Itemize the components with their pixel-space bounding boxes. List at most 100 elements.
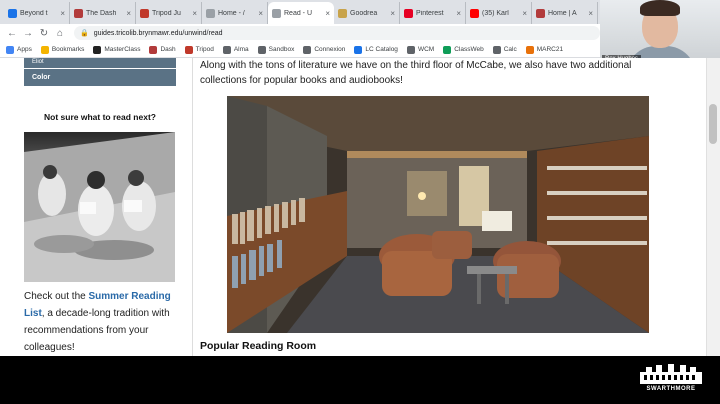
reading-room-photo xyxy=(227,96,649,333)
bookmark-icon xyxy=(303,45,312,54)
browser-tab[interactable]: Read - U × xyxy=(268,2,334,24)
presenter-hair xyxy=(640,0,680,16)
tab-label: Goodrea xyxy=(350,9,378,17)
browser-tab[interactable]: Beyond t × xyxy=(4,2,70,24)
tab-favicon-icon xyxy=(338,8,347,18)
bookmark-item[interactable]: Apps xyxy=(6,45,32,54)
tab-label: Beyond t xyxy=(20,9,48,17)
bookmark-label: WCM xyxy=(417,46,435,53)
tab-favicon-icon xyxy=(8,8,17,18)
bookmark-icon xyxy=(443,45,452,54)
sidebar-promo-text: Check out the Summer Reading List, a dec… xyxy=(24,291,171,353)
browser-tab[interactable]: (35) Karl × xyxy=(466,2,532,24)
sidebar-heading: Not sure what to read next? xyxy=(44,112,156,122)
web-page: Eliot Color Not sure what to read next? xyxy=(0,58,720,356)
tab-label: Home | A xyxy=(548,9,577,17)
bookmark-item[interactable]: Alma xyxy=(222,45,249,54)
close-tab-icon[interactable]: × xyxy=(325,9,330,18)
close-tab-icon[interactable]: × xyxy=(456,9,461,18)
bookmark-icon xyxy=(354,45,363,54)
logo-text: SWARTHMORE xyxy=(646,386,696,392)
bookmark-icon xyxy=(406,45,415,54)
tab-label: Read - U xyxy=(284,9,313,17)
bookmark-item[interactable]: MasterClass xyxy=(93,45,141,54)
bookmark-label: Apps xyxy=(17,46,32,53)
bookmark-icon xyxy=(6,45,14,54)
forward-arrow-icon[interactable]: → xyxy=(20,25,36,41)
bookmark-item[interactable]: WCM xyxy=(406,45,435,54)
close-tab-icon[interactable]: × xyxy=(390,9,395,18)
back-arrow-icon[interactable]: ← xyxy=(4,25,20,41)
url-text: guides.tricolib.brynmawr.edu/unwind/read xyxy=(93,29,223,37)
bookmark-label: Bookmarks xyxy=(51,46,85,53)
bookmark-item[interactable]: Tripod xyxy=(184,45,214,54)
tab-label: The Dash xyxy=(86,9,117,17)
tab-label: Home - / xyxy=(218,9,245,17)
tab-label: (35) Karl xyxy=(482,9,509,17)
bookmark-label: Sandbox xyxy=(268,46,295,53)
tab-favicon-icon xyxy=(536,8,545,18)
bookmark-item[interactable]: Dash xyxy=(149,45,176,54)
beach-reading-photo xyxy=(24,132,175,282)
bookmark-item[interactable]: LC Catalog xyxy=(354,45,398,54)
browser-tab[interactable]: Tripod Ju × xyxy=(136,2,202,24)
browser-tab[interactable]: Home - / × xyxy=(202,2,268,24)
tab-favicon-icon xyxy=(272,8,281,18)
bookmark-icon xyxy=(40,45,49,54)
tab-favicon-icon xyxy=(206,8,215,18)
main-content: Along with the tons of literature we hav… xyxy=(194,58,682,356)
bookmark-label: LC Catalog xyxy=(365,46,398,53)
close-tab-icon[interactable]: × xyxy=(258,9,263,18)
bookmark-label: MasterClass xyxy=(104,46,141,53)
close-tab-icon[interactable]: × xyxy=(60,9,65,18)
bookmark-icon xyxy=(492,45,501,54)
close-tab-icon[interactable]: × xyxy=(126,9,131,18)
bookmark-item[interactable]: Calc xyxy=(492,45,517,54)
home-icon[interactable]: ⌂ xyxy=(52,25,68,41)
video-letterbox xyxy=(0,356,720,404)
bookmark-icon xyxy=(525,45,534,54)
bookmark-label: Alma xyxy=(233,46,249,53)
close-tab-icon[interactable]: × xyxy=(522,9,527,18)
tab-label: Pinterest xyxy=(416,9,444,17)
sidebar-menu-item-color[interactable]: Color xyxy=(24,69,176,86)
close-tab-icon[interactable]: × xyxy=(588,9,593,18)
scrollbar-thumb[interactable] xyxy=(709,104,717,144)
address-bar[interactable]: 🔒 guides.tricolib.brynmawr.edu/unwind/re… xyxy=(74,26,600,40)
bookmark-label: Tripod xyxy=(195,46,214,53)
bookmarks-bar: Apps Bookmarks MasterClass Dash Tripod Alma Sa… xyxy=(0,42,600,58)
bookmark-icon xyxy=(257,45,266,54)
section-title: Popular Reading Room xyxy=(200,340,317,352)
bookmark-label: Dash xyxy=(160,46,176,53)
browser-tab[interactable]: Pinterest × xyxy=(400,2,466,24)
tab-favicon-icon xyxy=(470,8,479,18)
bookmark-item[interactable]: Bookmarks xyxy=(40,45,85,54)
bookmark-item[interactable]: Sandbox xyxy=(257,45,295,54)
browser-tab[interactable]: Goodrea × xyxy=(334,2,400,24)
bookmark-label: Connexion xyxy=(314,46,346,53)
tab-favicon-icon xyxy=(404,8,413,18)
browser-tab[interactable]: The Dash × xyxy=(70,2,136,24)
tab-label: Tripod Ju xyxy=(152,9,181,17)
close-tab-icon[interactable]: × xyxy=(192,9,197,18)
bookmark-item[interactable]: ClassWeb xyxy=(443,45,484,54)
bookmark-label: MARC21 xyxy=(536,46,564,53)
bookmark-icon xyxy=(222,45,231,54)
bookmark-item[interactable]: Connexion xyxy=(303,45,346,54)
bookmark-item[interactable]: MARC21 xyxy=(525,45,564,54)
bookmark-icon xyxy=(149,45,158,54)
screen: Beyond t × The Dash × Tripod Ju × Home - / × Rea… xyxy=(0,0,720,404)
scrollbar-track[interactable] xyxy=(706,58,720,356)
bookmark-label: ClassWeb xyxy=(454,46,484,53)
bookmark-icon xyxy=(93,45,102,54)
lock-icon: 🔒 xyxy=(80,30,89,37)
intro-paragraph: Along with the tons of literature we hav… xyxy=(200,60,632,86)
left-sidebar: Eliot Color Not sure what to read next? xyxy=(0,58,193,356)
tab-favicon-icon xyxy=(140,8,149,18)
address-row: ← → ↻ ⌂ 🔒 guides.tricolib.brynmawr.edu/u… xyxy=(0,24,600,42)
bookmark-label: Calc xyxy=(503,46,517,53)
browser-tab[interactable]: Home | A × xyxy=(532,2,598,24)
sidebar-menu-item-top[interactable]: Eliot xyxy=(24,58,176,68)
reload-icon[interactable]: ↻ xyxy=(36,25,52,41)
tab-strip: Beyond t × The Dash × Tripod Ju × Home - / × Rea… xyxy=(0,0,600,24)
